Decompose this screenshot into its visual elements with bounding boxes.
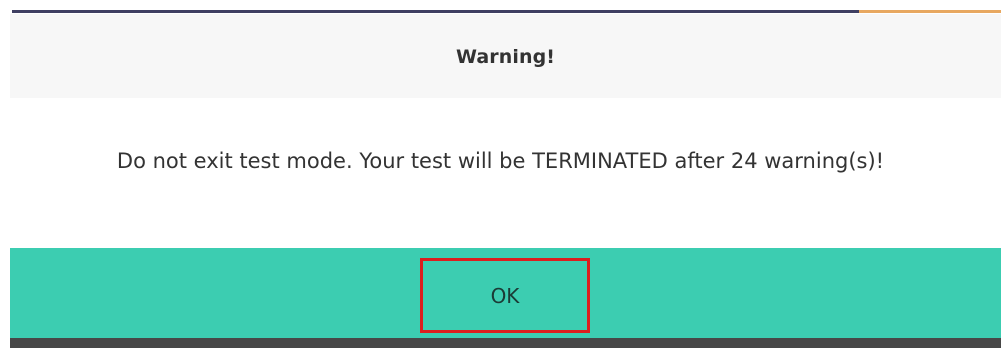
bottom-shade <box>10 338 1001 348</box>
warning-dialog-header: Warning! <box>10 14 1001 98</box>
top-bar-dark-segment <box>12 10 859 13</box>
dialog-message: Do not exit test mode. Your test will be… <box>116 149 885 173</box>
ok-button[interactable]: OK <box>420 258 590 333</box>
top-progress-bar <box>0 0 1001 14</box>
warning-dialog-body: Do not exit test mode. Your test will be… <box>0 98 1001 248</box>
top-bar-orange-segment <box>859 10 1001 13</box>
warning-dialog-footer: OK <box>10 248 1001 338</box>
page: Warning! Do not exit test mode. Your tes… <box>0 0 1001 350</box>
bottom-shadow-bar <box>0 338 1001 350</box>
dialog-title: Warning! <box>455 46 556 68</box>
